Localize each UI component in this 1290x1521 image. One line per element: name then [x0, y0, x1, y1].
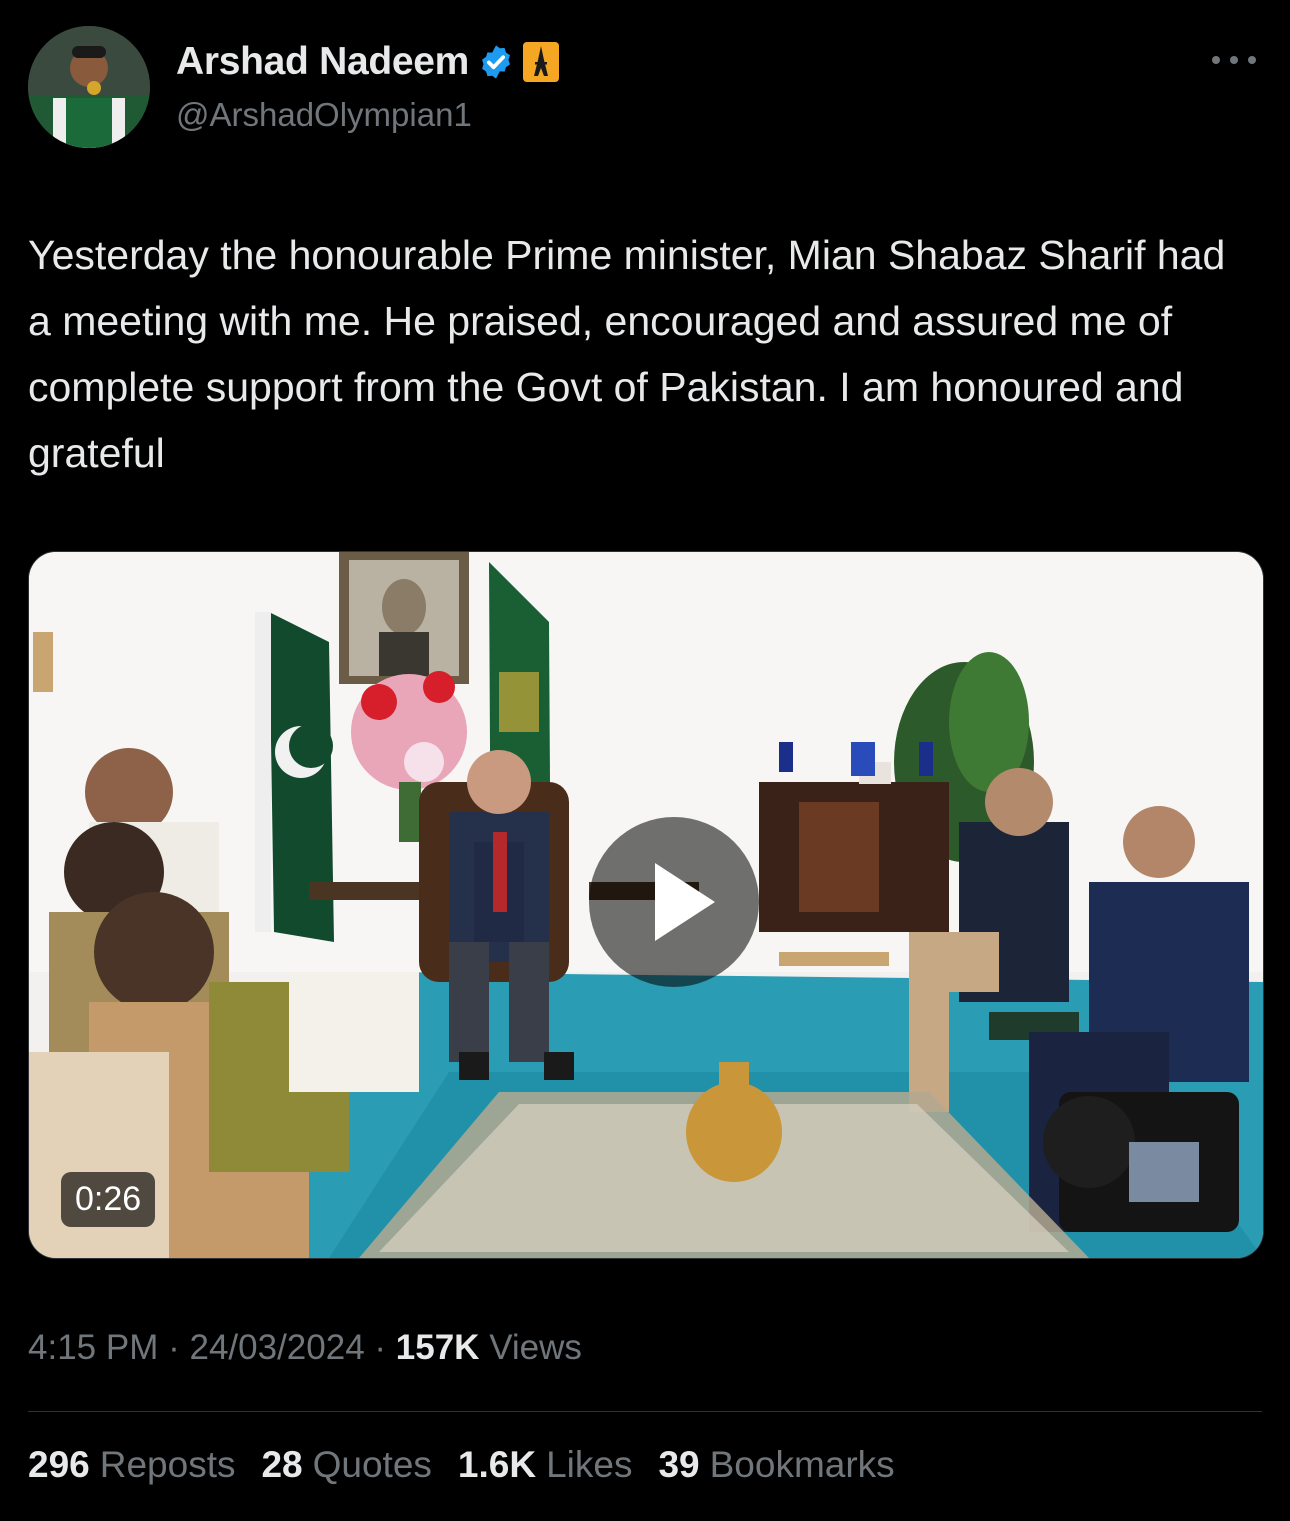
- video-player[interactable]: 0:26: [28, 551, 1264, 1259]
- bookmarks-count: 39: [658, 1444, 700, 1485]
- play-button[interactable]: [589, 817, 759, 987]
- views-count: 157K: [395, 1328, 480, 1367]
- tweet-text: Yesterday the honourable Prime minister,…: [28, 232, 1226, 476]
- dot-icon: [1248, 56, 1256, 64]
- dot-icon: [1230, 56, 1238, 64]
- likes-count: 1.6K: [457, 1444, 537, 1485]
- reposts-count: 296: [28, 1444, 90, 1485]
- stat-quotes[interactable]: 28 Quotes: [261, 1444, 431, 1486]
- reposts-label: Reposts: [99, 1444, 236, 1485]
- verified-badge-icon: [482, 45, 510, 79]
- quotes-count: 28: [261, 1444, 303, 1485]
- author-name-row: Arshad Nadeem: [176, 40, 560, 84]
- engagement-stats: 296 Reposts 28 Quotes 1.6K Likes 39 Bookmark…: [28, 1444, 895, 1486]
- author-name[interactable]: Arshad Nadeem: [176, 40, 469, 84]
- author-handle[interactable]: @ArshadOlympian1: [176, 96, 472, 134]
- likes-label: Likes: [546, 1444, 633, 1485]
- tweet-header: Arshad Nadeem @ArshadOlympian1: [28, 26, 1262, 150]
- bookmarks-label: Bookmarks: [709, 1444, 895, 1485]
- separator: ·: [168, 1328, 180, 1367]
- more-options-icon[interactable]: [1212, 50, 1256, 70]
- dot-icon: [1212, 56, 1220, 64]
- video-duration: 0:26: [61, 1172, 156, 1227]
- tweet-time[interactable]: 4:15 PM: [28, 1328, 158, 1367]
- avatar[interactable]: [28, 26, 150, 148]
- avatar-image: [28, 26, 150, 148]
- tweet-meta: 4:15 PM · 24/03/2024 · 157K Views: [28, 1328, 582, 1368]
- separator: ·: [374, 1328, 387, 1367]
- divider: [28, 1411, 1262, 1412]
- quotes-label: Quotes: [312, 1444, 432, 1485]
- tweet-date[interactable]: 24/03/2024: [189, 1328, 364, 1367]
- stat-bookmarks[interactable]: 39 Bookmarks: [658, 1444, 894, 1486]
- stat-reposts[interactable]: 296 Reposts: [28, 1444, 235, 1486]
- stat-likes[interactable]: 1.6K Likes: [458, 1444, 633, 1486]
- views-label: Views: [489, 1328, 582, 1367]
- eiffel-tower-icon: [523, 42, 560, 82]
